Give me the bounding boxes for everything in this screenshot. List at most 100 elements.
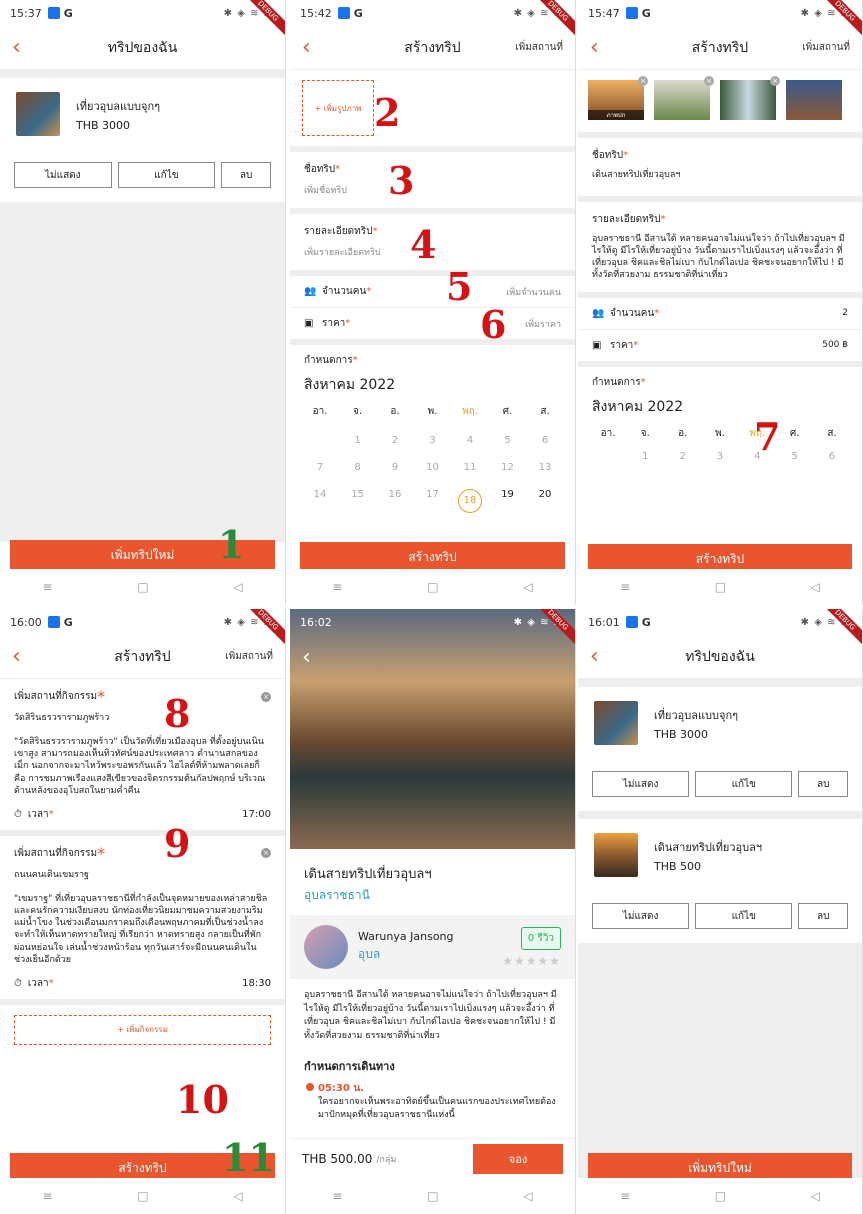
day[interactable]: 17 [421,489,445,513]
activity-description[interactable]: "เขมราฐ" ที่เที่ยวอุบลราชธานีที่กำลังเป็… [14,893,271,966]
hide-button[interactable]: ไม่แสดง [592,771,690,797]
people-row[interactable]: 👥 จำนวนคน * 2 [578,298,862,330]
day[interactable]: 5 [783,451,807,462]
back-icon[interactable]: ‹ [12,644,36,669]
home-icon[interactable]: □ [137,580,148,594]
day-selected[interactable]: 18 [458,489,482,513]
hide-button[interactable]: ไม่แสดง [14,162,112,188]
home-icon[interactable]: □ [137,1189,148,1203]
home-icon[interactable]: □ [715,580,726,594]
nav-back-icon[interactable]: ◁ [523,580,532,594]
day[interactable]: 3 [708,451,732,462]
day[interactable]: 6 [820,451,844,462]
detail-input[interactable]: อุบลราชธานี อีสานใต้ หลายคนอาจไม่แน่ใจว่… [592,233,848,282]
trip-image[interactable] [786,80,842,120]
day[interactable] [308,435,332,446]
add-image-button[interactable]: + เพิ่มรูปภาพ [302,80,374,136]
trip-card[interactable]: เที่ยวอุบลแบบจุกๆ THB 3000 [0,78,285,150]
trip-image[interactable]: × ภาพปก [588,76,648,120]
add-place-button[interactable]: เพิ่มสถานที่ [515,40,563,55]
remove-image-icon[interactable]: × [638,76,648,86]
price-row[interactable]: ▣ ราคา * เพิ่มราคา [290,308,575,345]
add-activity-button[interactable]: + เพิ่มกิจกรรม [14,1014,271,1045]
day[interactable]: 10 [421,462,445,473]
home-icon[interactable]: □ [427,1189,438,1203]
nav-back-icon[interactable]: ◁ [811,1189,820,1203]
create-trip-button[interactable]: สร้างทริป [300,542,565,572]
trip-name-input[interactable]: เพิ่มชื่อทริป [304,183,561,197]
price-input[interactable]: เพิ่มราคา [525,317,561,331]
day[interactable]: 9 [383,462,407,473]
day[interactable]: 1 [633,451,657,462]
trip-image[interactable]: × [654,76,714,120]
day[interactable]: 3 [421,435,445,446]
time-input[interactable]: 18:30 [242,978,271,989]
day[interactable]: 6 [533,435,557,446]
people-input[interactable]: เพิ่มจำนวนคน [506,285,561,299]
delete-button[interactable]: ลบ [221,162,271,188]
back-icon[interactable]: ‹ [590,35,614,60]
menu-icon[interactable]: ≡ [332,1189,342,1203]
back-icon[interactable]: ‹ [302,645,311,670]
price-row[interactable]: ▣ ราคา * 500 ฿ [578,330,862,367]
add-place-button[interactable]: เพิ่มสถานที่ [802,40,850,55]
detail-label: รายละเอียดทริป [592,214,661,225]
day[interactable]: 15 [346,489,370,513]
people-input[interactable]: 2 [842,308,848,318]
day[interactable]: 16 [383,489,407,513]
home-icon[interactable]: □ [715,1189,726,1203]
nav-back-icon[interactable]: ◁ [233,1189,242,1203]
trip-name-input[interactable]: เดินสายทริปเที่ยวอุบลฯ [592,169,848,181]
home-icon[interactable]: □ [427,580,438,594]
add-place-button[interactable]: เพิ่มสถานที่ [225,649,273,664]
menu-icon[interactable]: ≡ [620,580,630,594]
day[interactable] [596,451,620,462]
edit-button[interactable]: แก้ไข [117,162,216,188]
nav-back-icon[interactable]: ◁ [811,580,820,594]
day[interactable]: 13 [533,462,557,473]
menu-icon[interactable]: ≡ [332,580,342,594]
host-card[interactable]: Warunya Jansong อุบล 0 รีวิว ★★★★★ [290,915,575,979]
menu-icon[interactable]: ≡ [42,1189,52,1203]
trip-card[interactable]: เดินสายทริปเที่ยวอุบลฯ THB 500 [578,819,862,891]
trip-card[interactable]: เที่ยวอุบลแบบจุกๆ THB 3000 [578,687,862,759]
day[interactable]: 20 [533,489,557,513]
people-row[interactable]: 👥 จำนวนคน * เพิ่มจำนวนคน [290,276,575,308]
day[interactable]: 4 [458,435,482,446]
review-badge[interactable]: 0 รีวิว [520,927,561,950]
book-button[interactable]: จอง [473,1143,563,1174]
remove-image-icon[interactable]: × [704,76,714,86]
remove-activity-icon[interactable]: × [261,848,271,859]
time-input[interactable]: 17:00 [242,809,271,820]
delete-button[interactable]: ลบ [798,903,848,929]
menu-icon[interactable]: ≡ [42,580,52,594]
edit-button[interactable]: แก้ไข [695,771,793,797]
activity-description[interactable]: "วัดสิรินธรวรารามภูพร้าว" เป็นวัดที่เที่… [14,736,271,797]
hide-button[interactable]: ไม่แสดง [592,903,690,929]
day[interactable]: 19 [496,489,520,513]
day[interactable]: 8 [346,462,370,473]
nav-back-icon[interactable]: ◁ [523,1189,532,1203]
day[interactable]: 2 [671,451,695,462]
menu-icon[interactable]: ≡ [620,1189,630,1203]
price-input[interactable]: 500 ฿ [822,340,848,350]
activity-place-input[interactable]: วัดสิรินธรวรารามภูพร้าว [14,712,271,724]
trip-image[interactable]: × [720,76,780,120]
marker-11: 11 [222,1135,275,1180]
nav-back-icon[interactable]: ◁ [233,580,242,594]
day[interactable]: 1 [346,435,370,446]
back-icon[interactable]: ‹ [590,644,614,669]
day[interactable]: 11 [458,462,482,473]
back-icon[interactable]: ‹ [12,35,36,60]
remove-image-icon[interactable]: × [770,76,780,86]
edit-button[interactable]: แก้ไข [695,903,793,929]
remove-activity-icon[interactable]: × [261,691,271,702]
day[interactable]: 12 [496,462,520,473]
back-icon[interactable]: ‹ [302,35,326,60]
activity-place-input[interactable]: ถนนคนเดินเขมราฐ [14,869,271,881]
day[interactable]: 14 [308,489,332,513]
day[interactable]: 5 [496,435,520,446]
delete-button[interactable]: ลบ [798,771,848,797]
day[interactable]: 2 [383,435,407,446]
day[interactable]: 7 [308,462,332,473]
